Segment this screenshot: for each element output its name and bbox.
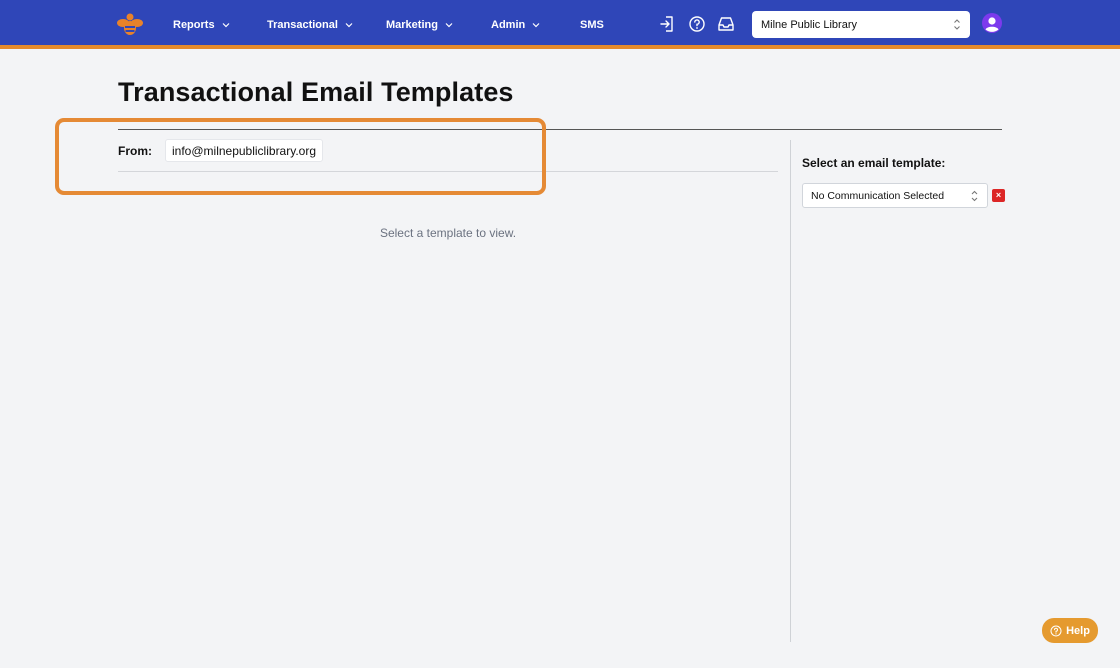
help-circle-icon[interactable] bbox=[688, 15, 706, 33]
user-avatar-icon[interactable] bbox=[982, 13, 1002, 33]
help-button-label: Help bbox=[1066, 624, 1090, 637]
nav-transactional[interactable]: Transactional bbox=[267, 0, 354, 49]
email-template-select-value: No Communication Selected bbox=[811, 189, 945, 202]
nav-reports-label: Reports bbox=[173, 18, 215, 31]
nav-sms-label: SMS bbox=[580, 18, 604, 31]
chevron-down-icon bbox=[445, 22, 453, 27]
page-title: Transactional Email Templates bbox=[118, 77, 514, 107]
organization-select[interactable]: Milne Public Library bbox=[752, 11, 970, 38]
nav-marketing[interactable]: Marketing bbox=[386, 0, 454, 49]
nav-marketing-label: Marketing bbox=[386, 18, 438, 31]
clear-template-button[interactable]: × bbox=[992, 189, 1005, 202]
chevron-up-down-icon bbox=[954, 19, 960, 30]
chevron-up-down-icon bbox=[971, 190, 978, 202]
nav-sms[interactable]: SMS bbox=[580, 0, 604, 49]
inbox-icon[interactable] bbox=[717, 15, 735, 33]
nav-transactional-label: Transactional bbox=[267, 18, 338, 31]
highlight-annotation-box bbox=[55, 118, 546, 195]
organization-select-value: Milne Public Library bbox=[761, 18, 857, 31]
sidebar-divider bbox=[790, 140, 791, 642]
help-circle-icon bbox=[1050, 625, 1062, 636]
nav-admin[interactable]: Admin bbox=[491, 0, 541, 49]
help-button[interactable]: Help bbox=[1042, 618, 1098, 643]
template-select-label: Select an email template: bbox=[802, 156, 946, 170]
bee-logo-icon[interactable] bbox=[117, 12, 143, 36]
logout-icon[interactable] bbox=[659, 15, 677, 33]
nav-reports[interactable]: Reports bbox=[173, 0, 231, 49]
chevron-down-icon bbox=[345, 22, 353, 27]
nav-admin-label: Admin bbox=[491, 18, 526, 31]
empty-state-message: Select a template to view. bbox=[379, 226, 517, 240]
email-template-select[interactable]: No Communication Selected bbox=[802, 183, 988, 208]
chevron-down-icon bbox=[222, 22, 229, 27]
chevron-down-icon bbox=[532, 22, 540, 27]
top-navbar: Reports Transactional Marketing Admin SM… bbox=[0, 0, 1120, 49]
